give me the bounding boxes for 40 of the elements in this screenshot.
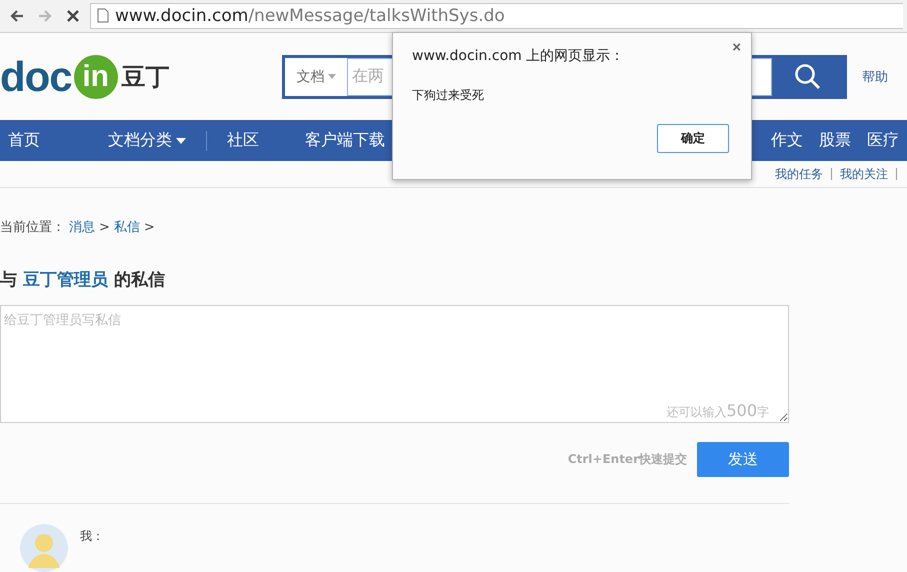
caret-icon xyxy=(328,74,336,80)
nav-item[interactable]: 社区 xyxy=(219,130,267,152)
logo-name: 豆丁 xyxy=(122,60,170,93)
breadcrumb-separator: > xyxy=(144,220,155,234)
character-counter: 还可以输入500字 xyxy=(666,401,769,421)
search-icon xyxy=(794,62,822,91)
breadcrumb-label: 当前位置： xyxy=(0,219,65,236)
nav-item[interactable]: 首页 xyxy=(0,130,48,152)
nav-item[interactable]: 客户端下载 xyxy=(297,130,393,152)
breadcrumb-link[interactable]: 私信 xyxy=(114,218,140,236)
back-arrow-icon xyxy=(9,8,25,24)
nav-item[interactable]: 股票 xyxy=(811,130,859,152)
recipient-link[interactable]: 豆丁管理员 xyxy=(23,268,108,291)
search-button[interactable] xyxy=(772,58,844,96)
title-text: 与 xyxy=(0,269,17,291)
title-text: 的私信 xyxy=(114,269,165,291)
breadcrumb-separator: > xyxy=(99,220,110,234)
logo-badge: in xyxy=(74,54,118,99)
page-icon xyxy=(97,8,109,24)
dialog-message: 下狗过来受死 xyxy=(412,87,485,104)
send-button[interactable]: 发送 xyxy=(697,442,789,477)
shortcut-hint: Ctrl+Enter快速提交 xyxy=(568,451,687,468)
author-label: 我： xyxy=(80,528,104,545)
avatar xyxy=(20,524,68,572)
url-text: www.docin.com/newMessage/talksWithSys.do xyxy=(115,6,505,26)
dialog-title: www.docin.com 上的网页显示： xyxy=(412,47,626,65)
nav-item[interactable]: 作文 xyxy=(763,130,811,152)
nav-item[interactable]: 医疗 xyxy=(859,130,907,152)
help-link[interactable]: 帮助 xyxy=(862,68,888,86)
caret-icon xyxy=(176,138,186,144)
breadcrumb-link[interactable]: 消息 xyxy=(69,218,95,236)
user-link[interactable]: 我的关注 xyxy=(840,166,888,183)
nav-item[interactable]: 文档分类 xyxy=(100,130,194,152)
user-link[interactable]: 我的任务 xyxy=(775,166,823,183)
address-bar[interactable]: www.docin.com/newMessage/talksWithSys.do xyxy=(90,2,903,29)
close-icon xyxy=(66,8,80,23)
ok-button[interactable]: 确定 xyxy=(657,124,729,153)
forward-arrow-icon xyxy=(37,8,53,24)
logo-text: doc xyxy=(0,52,72,101)
close-button[interactable]: × xyxy=(732,39,741,56)
